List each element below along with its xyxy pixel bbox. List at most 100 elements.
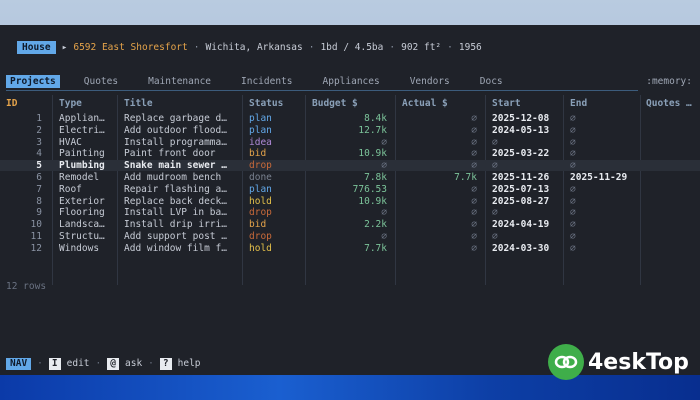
house-city: Wichita, Arkansas [205,41,303,53]
cell-title: Paint front door [124,148,216,160]
header-quotes[interactable]: Quotes … [646,97,692,111]
header-start[interactable]: Start [492,97,521,111]
table-row[interactable]: 5PlumbingSnake main sewer …drop∅∅∅∅0 [0,160,700,172]
table-row[interactable]: 4 Painting Paint front door bid 10.9k ∅ 2025-0… [0,148,700,159]
edit-key[interactable]: I [48,357,61,370]
header-budget[interactable]: Budget $ [312,97,358,111]
cell-type: Applian… [59,113,105,124]
tab-vendors[interactable]: Vendors [406,75,454,88]
header-title[interactable]: Title [124,97,153,111]
cell-title: Replace garbage d… [124,113,227,124]
table-row[interactable]: 7 Roof Repair flashing a… plan 776.53 ∅ 2025-0… [0,184,700,195]
cell-id: 7 [36,183,42,195]
cell-title: Add support post … [124,231,227,242]
house-address: 6592 East Shoresfort [73,41,188,53]
cell-type: Landsca… [59,219,105,231]
watermark-text: 4eskTop [588,349,689,375]
cell-actual: ∅ [471,183,477,195]
cell-budget: 10.9k [358,148,387,160]
cell-type: Roof [59,183,82,195]
separator: · [447,41,453,53]
cell-end: 2025-11-29 [570,172,628,183]
house-year: 1956 [458,41,482,53]
table-row[interactable]: 6 Remodel Add mudroom bench done 7.8k 7.7k 202… [0,172,700,183]
cell-type: Plumbing [59,160,105,172]
cell-title: Add outdoor flood… [124,124,227,136]
status-bar: NAV · I edit · @ ask · ? help [6,357,201,370]
cell-type: Flooring [59,207,105,219]
house-badge[interactable]: House [17,40,56,54]
cell-end: ∅ [570,195,576,207]
cell-budget: 2.2k [364,219,387,231]
cell-start: 2025-03-22 [492,148,550,160]
cell-title: Snake main sewer … [124,160,227,172]
cell-type: Electri… [59,124,105,136]
table-row[interactable]: 2 Electri… Add outdoor flood… plan 12.7k ∅ 202… [0,125,700,136]
cell-start: 2024-03-30 [492,242,550,254]
separator: · [148,358,154,369]
database-label: :memory: [646,75,692,87]
header-id[interactable]: ID [6,97,17,111]
cell-id: 2 [36,124,42,136]
cell-actual: ∅ [471,207,477,219]
header-actual[interactable]: Actual $ [402,97,448,111]
tab-incidents[interactable]: Incidents [237,75,296,88]
header-end[interactable]: End [570,97,587,111]
watermark: 4eskTop [548,344,689,380]
cell-id: 3 [36,136,42,148]
cell-start: 2024-05-13 [492,124,550,136]
cell-type: Structu… [59,231,105,242]
cell-end: ∅ [570,113,576,124]
cell-status: bid [249,219,267,231]
cell-actual: ∅ [471,219,477,231]
cell-start: 2025-08-27 [492,195,550,207]
cell-end: ∅ [570,183,576,195]
cell-title: Install programma… [124,136,227,148]
ask-key[interactable]: @ [107,357,119,370]
cell-end: ∅ [570,136,576,148]
cell-budget: 10.9k [358,195,387,207]
help-key[interactable]: ? [159,357,172,370]
tab-maintenance[interactable]: Maintenance [144,75,215,88]
cell-budget: 7.7k [364,242,387,254]
cell-type: Remodel [59,172,100,183]
cell-status: drop [249,160,272,172]
cell-status: done [249,172,272,183]
tab-docs[interactable]: Docs [476,75,507,88]
terminal-window: House ▸ 6592 East Shoresfort · Wichita, … [0,25,700,375]
cell-title: Add mudroom bench [124,172,222,183]
cell-end: ∅ [570,242,576,254]
cell-start: ∅ [492,136,498,148]
cell-actual: ∅ [471,195,477,207]
cell-actual: ∅ [471,148,477,160]
cell-actual: 7.7k [454,172,477,183]
tab-projects[interactable]: Projects [6,74,60,88]
cell-status: plan [249,113,272,124]
table-row[interactable]: 10 Landsca… Install drip irri… bid 2.2k ∅ 2024… [0,219,700,230]
cell-end: ∅ [570,219,576,231]
table-row[interactable]: 3HVACInstall programma…idea∅∅∅∅0 [0,137,700,148]
table-row[interactable]: 12 Windows Add window film f… hold 7.7k ∅ 2024… [0,243,700,254]
cell-budget: 7.8k [364,172,387,183]
table-row[interactable]: 11Structu…Add support post …drop∅∅∅∅0 [0,231,700,242]
cell-budget: ∅ [381,207,387,219]
cell-end: ∅ [570,207,576,219]
table-row[interactable]: 8 Exterior Replace back deck… hold 10.9k ∅ 202… [0,196,700,207]
separator: · [193,41,200,53]
cell-type: HVAC [59,136,82,148]
cell-start: 2025-07-13 [492,183,550,195]
table-header: ID Type Title Status Budget $ Actual $ S… [0,97,700,111]
tab-quotes[interactable]: Quotes [80,75,122,88]
cell-actual: ∅ [471,136,477,148]
header-status[interactable]: Status [249,97,283,111]
header-type[interactable]: Type [59,97,82,111]
cell-title: Replace back deck… [124,195,227,207]
expand-arrow-icon[interactable]: ▸ [62,42,68,53]
cell-end: ∅ [570,231,576,242]
cell-type: Exterior [59,195,105,207]
tab-appliances[interactable]: Appliances [319,75,384,88]
table-row[interactable]: 9FlooringInstall LVP in ba…drop∅∅∅∅0 [0,207,700,218]
house-area: 902 ft² [401,41,442,53]
cell-budget: ∅ [381,231,387,242]
table-row[interactable]: 1 Applian… Replace garbage d… plan 8.4k ∅ 2025… [0,113,700,124]
